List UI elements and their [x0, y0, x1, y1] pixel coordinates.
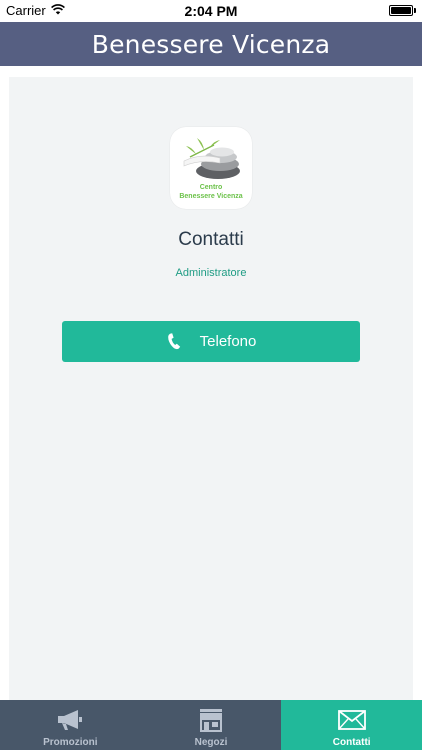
- logo-text-line2: Benessere Vicenza: [179, 193, 243, 200]
- page-title: Benessere Vicenza: [91, 29, 331, 59]
- status-time: 2:04 PM: [184, 3, 238, 19]
- tab-promozioni-label: Promozioni: [43, 737, 98, 748]
- tab-negozi[interactable]: Negozi: [141, 700, 282, 750]
- tab-promozioni[interactable]: Promozioni: [0, 700, 141, 750]
- phone-button[interactable]: Telefono: [62, 321, 360, 362]
- tab-contatti[interactable]: Contatti: [281, 700, 422, 750]
- contact-panel: Centro Benessere Vicenza Contatti Admini…: [9, 77, 413, 700]
- business-logo: Centro Benessere Vicenza: [170, 127, 252, 209]
- navigation-bar: Benessere Vicenza: [0, 22, 422, 66]
- phone-icon: [166, 333, 182, 351]
- store-icon: [199, 706, 223, 734]
- status-bar: Carrier 2:04 PM: [0, 0, 422, 22]
- contact-title: Contatti: [178, 229, 244, 250]
- tab-contatti-label: Contatti: [332, 737, 371, 748]
- phone-button-label: Telefono: [199, 333, 257, 350]
- envelope-icon: [337, 706, 366, 734]
- megaphone-icon: [56, 706, 84, 734]
- tab-bar: Promozioni Negozi Contatti: [0, 700, 422, 750]
- battery-icon: [389, 5, 416, 16]
- logo-text-line1: Centro: [199, 184, 223, 191]
- tab-negozi-label: Negozi: [194, 737, 228, 748]
- contact-role: Administratore: [175, 267, 247, 279]
